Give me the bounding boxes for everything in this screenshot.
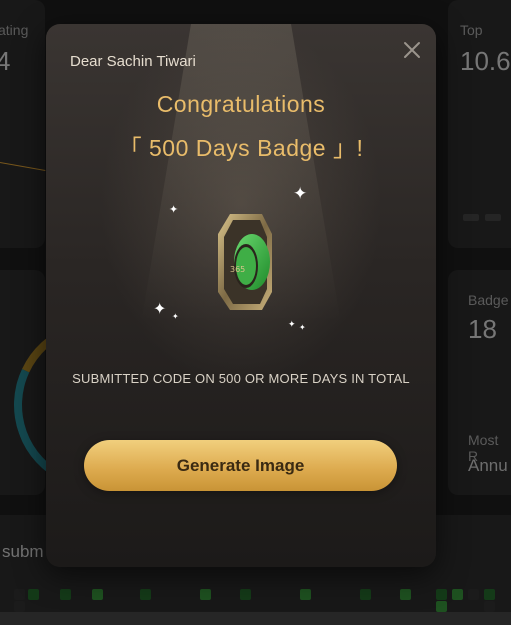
sparkle-icon: ✦ — [172, 312, 179, 321]
sparkle-icon: ✦ — [153, 301, 167, 318]
500-days-badge-icon: 365 — [210, 210, 280, 316]
close-button[interactable] — [402, 40, 422, 60]
title-congratulations: Congratulations — [156, 91, 326, 117]
sparkle-icon: ✦ — [169, 204, 179, 216]
sparkle-icon: ✦ — [288, 319, 296, 329]
title-badge-name: 「 500 Days Badge 」! — [118, 135, 364, 161]
generate-image-button[interactable]: Generate Image — [84, 440, 397, 491]
badge-award-modal: Dear Sachin Tiwari Congratulations 「 500… — [46, 24, 436, 567]
sparkle-icon: ✦ — [293, 184, 308, 203]
sparkle-icon: ✦ — [299, 323, 306, 332]
badge-description: SUBMITTED CODE ON 500 OR MORE DAYS IN TO… — [72, 371, 410, 386]
close-icon — [404, 42, 420, 58]
greeting-text: Dear Sachin Tiwari — [70, 53, 196, 70]
svg-text:365: 365 — [230, 265, 245, 274]
